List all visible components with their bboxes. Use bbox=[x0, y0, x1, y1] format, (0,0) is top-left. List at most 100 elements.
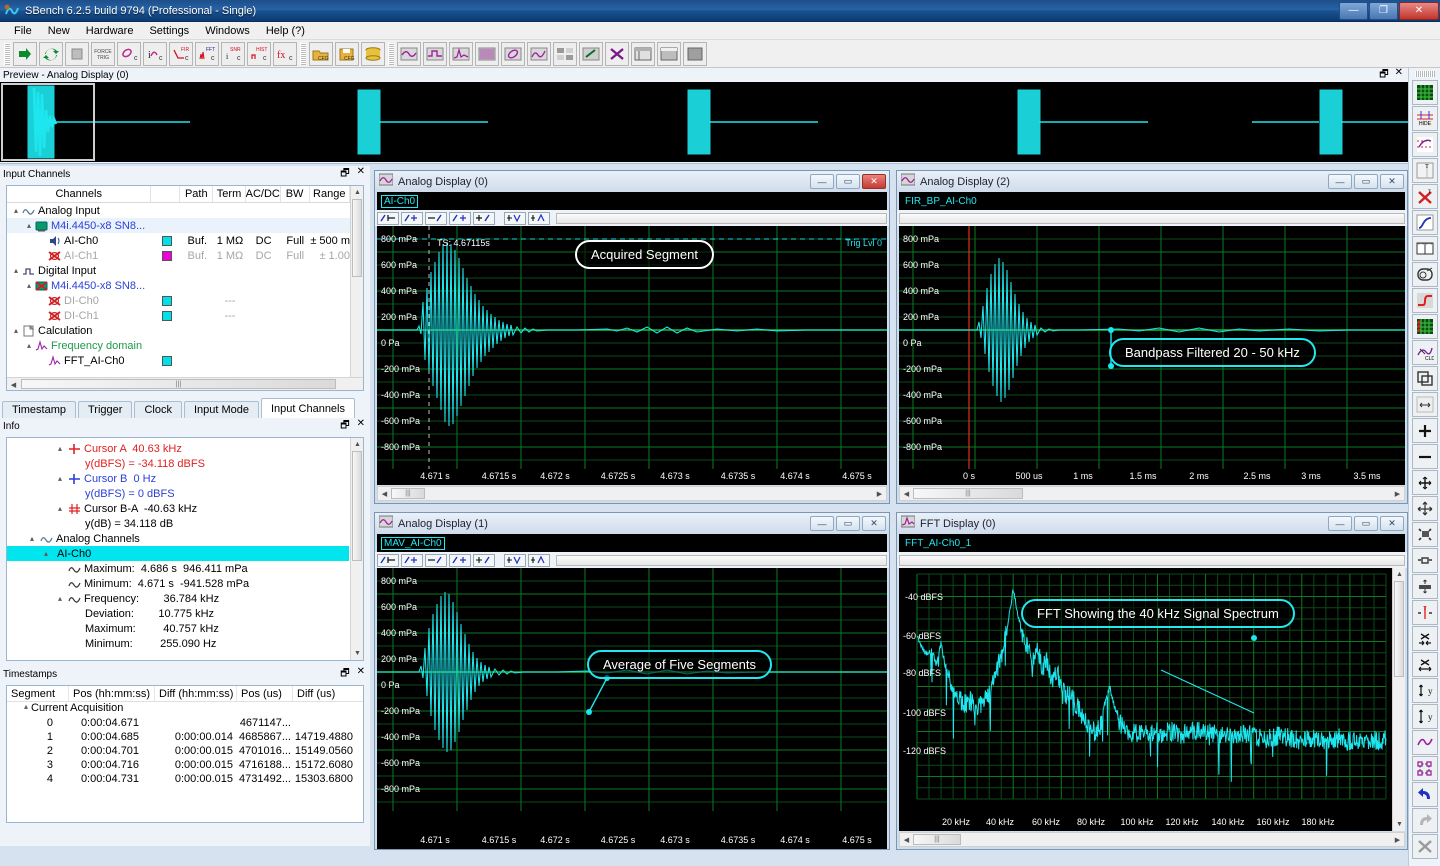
restore-button[interactable]: ▭ bbox=[1354, 174, 1378, 189]
fit-all-icon[interactable] bbox=[1412, 496, 1438, 521]
segment-next-icon[interactable] bbox=[528, 212, 550, 225]
column-bw[interactable]: BW bbox=[281, 186, 310, 202]
column-range[interactable]: Range bbox=[310, 186, 350, 202]
column-diff-us[interactable]: Diff (us) bbox=[293, 686, 353, 701]
fit-center-icon[interactable] bbox=[1412, 522, 1438, 547]
info-row[interactable]: ▴ Cursor A 40.63 kHz bbox=[7, 441, 349, 456]
channel-row[interactable]: ▴ Frequency domain bbox=[7, 338, 350, 353]
layer-icon[interactable] bbox=[1412, 366, 1438, 391]
channel-row[interactable]: ▴ M4i.4450-x8 SN8... bbox=[7, 278, 350, 293]
analog-display-2-window[interactable]: Analog Display (2) — ▭ ✕ FIR_BP_AI-Ch0 bbox=[896, 170, 1408, 504]
analog-display-1-hscroll-slider[interactable] bbox=[556, 555, 887, 566]
timestamp-row[interactable]: 0 0:00:04.671 4671147... bbox=[7, 716, 363, 730]
fft-display-0-titlebar[interactable]: FFT Display (0) — ▭ ✕ bbox=[897, 513, 1407, 534]
fx-icon[interactable]: fx c bbox=[273, 42, 297, 66]
xy-display-icon[interactable]: c bbox=[117, 42, 141, 66]
row-expander[interactable]: ▴ bbox=[24, 341, 34, 350]
analog-display-2-titlebar[interactable]: Analog Display (2) — ▭ ✕ bbox=[897, 171, 1407, 192]
right-toolbar-grip[interactable] bbox=[1415, 71, 1435, 77]
channel-tag-fir-bp-ai-ch0[interactable]: FIR_BP_AI-Ch0 bbox=[903, 196, 979, 207]
force-trig-icon[interactable]: FORCE TRIG bbox=[91, 42, 115, 66]
cursor-plus-right-icon[interactable] bbox=[449, 554, 471, 567]
spectrogram-icon[interactable] bbox=[475, 42, 499, 66]
scroll-up-button[interactable]: ▲ bbox=[351, 438, 364, 451]
fft-display-0-plot[interactable]: -40 dBFS -60 dBFS -80 dBFS -100 dBFS -12… bbox=[899, 568, 1405, 831]
timestamp-row[interactable]: 1 0:00:04.685 0:00:00.014 4685867... 147… bbox=[7, 730, 363, 744]
y-expand-icon[interactable]: y bbox=[1412, 704, 1438, 729]
channel-row[interactable]: ▴ Analog Input bbox=[7, 203, 350, 218]
split-left-icon[interactable] bbox=[631, 42, 655, 66]
scroll-down-button[interactable]: ▼ bbox=[1393, 818, 1405, 831]
timestamp-row[interactable]: 4 0:00:04.731 0:00:00.015 4731492... 153… bbox=[7, 772, 363, 786]
timestamp-row[interactable]: 3 0:00:04.716 0:00:00.015 4716188... 151… bbox=[7, 758, 363, 772]
close-icon[interactable]: ✕ bbox=[357, 666, 365, 683]
zoom-out-icon[interactable] bbox=[1412, 444, 1438, 469]
undo-icon[interactable] bbox=[1412, 782, 1438, 807]
info-row[interactable]: y(dBFS) = 0 dBFS bbox=[7, 486, 349, 501]
restore-icon[interactable]: 🗗 bbox=[1379, 67, 1388, 84]
menu-item-settings[interactable]: Settings bbox=[141, 23, 197, 39]
scroll-down-button[interactable]: ▼ bbox=[351, 647, 364, 660]
minimize-button[interactable]: — bbox=[1328, 516, 1352, 531]
tab-input-channels[interactable]: Input Channels bbox=[261, 398, 355, 418]
vscroll-thumb[interactable] bbox=[352, 451, 362, 561]
row-expander[interactable]: ▴ bbox=[55, 444, 65, 453]
cursor-right2-icon[interactable] bbox=[473, 212, 495, 225]
x-expand-icon[interactable] bbox=[1412, 652, 1438, 677]
vscroll-thumb[interactable] bbox=[1394, 581, 1404, 677]
row-expander[interactable]: ▴ bbox=[55, 504, 65, 513]
fit-width-icon[interactable] bbox=[1412, 392, 1438, 417]
analog-display-2-hscroll-slider[interactable] bbox=[899, 213, 1405, 224]
timestamp-row[interactable]: 2 0:00:04.701 0:00:00.015 4701016... 151… bbox=[7, 744, 363, 758]
toolbar-grip[interactable] bbox=[4, 43, 10, 65]
info-row[interactable]: ▴ Frequency: 36.784 kHz bbox=[7, 591, 349, 606]
cursor-right-icon[interactable] bbox=[425, 212, 447, 225]
row-expander[interactable]: ▴ bbox=[27, 534, 37, 543]
menu-item-hardware[interactable]: Hardware bbox=[78, 23, 142, 39]
fft-display-0-vscrollbar[interactable]: ▲ ▼ bbox=[1392, 568, 1405, 831]
step-icon[interactable] bbox=[1412, 288, 1438, 313]
info-row[interactable]: Minimum: 4.671 s -941.528 mPa bbox=[7, 576, 349, 591]
input-channels-vscrollbar[interactable]: ▲ ▼ bbox=[350, 186, 363, 390]
storage-icon[interactable] bbox=[361, 42, 385, 66]
channel-row[interactable]: ▴ Calculation bbox=[7, 323, 350, 338]
close-icon[interactable]: ✕ bbox=[1395, 67, 1403, 84]
hscroll-thumb[interactable]: ||| bbox=[391, 488, 425, 499]
stop-icon[interactable] bbox=[65, 42, 89, 66]
scroll-right-button[interactable]: ▶ bbox=[1391, 833, 1404, 846]
timestamps-group-row[interactable]: ▴ Current Acquisition bbox=[7, 702, 363, 716]
analog-display-0-channel-bar[interactable]: AI-Ch0 bbox=[377, 192, 887, 210]
tab-trigger[interactable]: Trigger bbox=[78, 401, 132, 418]
vscroll-thumb[interactable] bbox=[352, 199, 362, 277]
open-cfg-icon[interactable]: CFG bbox=[309, 42, 333, 66]
cursor-hide-icon[interactable]: HIDE bbox=[1412, 106, 1438, 131]
restore-icon[interactable]: 🗗 bbox=[340, 166, 349, 183]
menu-item-help[interactable]: Help (?) bbox=[258, 23, 313, 39]
fft-display-0-window[interactable]: FFT Display (0) — ▭ ✕ FFT_AI-Ch0_1 -40 d… bbox=[896, 512, 1408, 850]
row-expander[interactable]: ▴ bbox=[11, 206, 21, 215]
curve-icon[interactable] bbox=[1412, 210, 1438, 235]
channel-color-swatch[interactable] bbox=[162, 251, 172, 261]
analog-display-0-plot[interactable]: TS: 4.67115s Trig Lvl 0 800 mPa 600 mPa … bbox=[377, 226, 887, 485]
split-top-icon[interactable] bbox=[657, 42, 681, 66]
scroll-up-button[interactable]: ▲ bbox=[351, 186, 364, 199]
hscroll-thumb[interactable]: ||| bbox=[913, 834, 961, 845]
row-expander[interactable]: ▴ bbox=[55, 474, 65, 483]
scroll-up-button[interactable]: ▲ bbox=[1393, 568, 1405, 581]
column-diff[interactable]: Diff (hh:mm:ss) bbox=[155, 686, 237, 701]
info-row[interactable]: ▴ Cursor B-A -40.63 kHz bbox=[7, 501, 349, 516]
row-expander[interactable]: ▴ bbox=[11, 326, 21, 335]
minimize-button[interactable]: — bbox=[1339, 2, 1368, 20]
measure-icon[interactable] bbox=[1412, 262, 1438, 287]
close-button[interactable]: ✕ bbox=[862, 516, 886, 531]
toolbar-grip-2[interactable] bbox=[300, 43, 306, 65]
overlay-icon[interactable] bbox=[527, 42, 551, 66]
row-expander[interactable]: ▴ bbox=[24, 281, 34, 290]
center-y-icon[interactable] bbox=[1412, 574, 1438, 599]
channel-row[interactable]: ▴ M4i.4450-x8 SN8... bbox=[7, 218, 350, 233]
close-button[interactable]: ✕ bbox=[862, 174, 886, 189]
marker-lines-icon[interactable] bbox=[1412, 132, 1438, 157]
fit-box-icon[interactable] bbox=[1412, 548, 1438, 573]
maximize-button[interactable]: ❐ bbox=[1369, 2, 1398, 20]
scroll-left-button[interactable]: ◀ bbox=[7, 378, 20, 391]
